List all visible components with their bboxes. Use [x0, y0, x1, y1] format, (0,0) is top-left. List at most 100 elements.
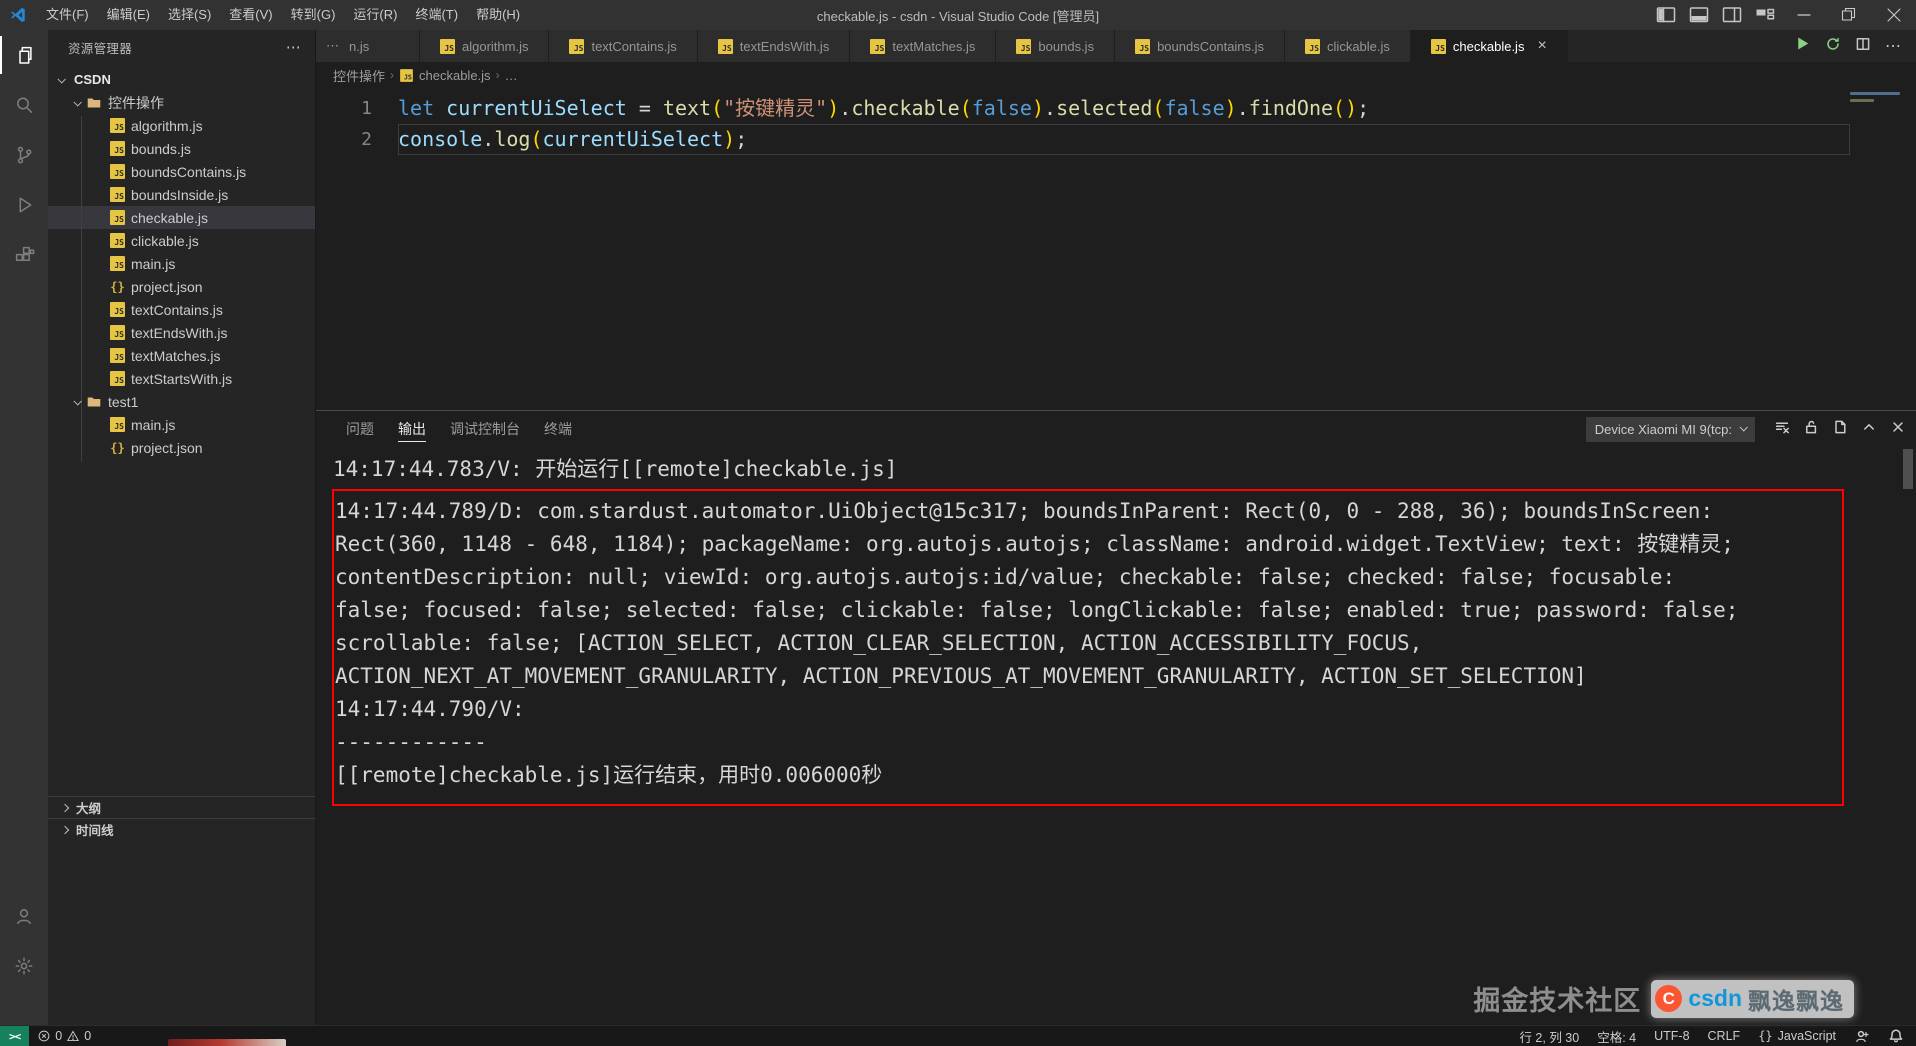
breadcrumb-item[interactable]: checkable.js — [419, 68, 491, 83]
status-bell-button[interactable] — [1888, 1028, 1904, 1044]
tree-item-boundsContains.js[interactable]: JS boundsContains.js — [48, 160, 315, 183]
output-line: false; focused: false; selected: false; … — [335, 598, 1739, 622]
layout-sidebar-right-button[interactable] — [1715, 0, 1748, 30]
panel-action-unlock[interactable] — [1803, 419, 1819, 440]
menu-item[interactable]: 终端(T) — [406, 0, 467, 30]
tab-label: textEndsWith.js — [739, 38, 830, 54]
restore-button[interactable] — [1826, 0, 1871, 30]
menu-item[interactable]: 帮助(H) — [467, 0, 529, 30]
layout-panel-button[interactable] — [1682, 0, 1715, 30]
sidebar-more-actions-icon[interactable]: ⋯ — [286, 38, 301, 56]
activitybar-account[interactable] — [0, 891, 48, 941]
tab-textContains.js[interactable]: JS textContains.js — [549, 30, 698, 62]
breadcrumb-item[interactable]: 控件操作 — [333, 66, 385, 85]
tab-n.js[interactable]: ⋯ n.js — [316, 30, 420, 62]
minimize-button[interactable] — [1781, 0, 1826, 30]
tree-item-test1[interactable]: test1 — [48, 390, 315, 413]
menu-item[interactable]: 选择(S) — [159, 0, 220, 30]
chevron-right-icon — [60, 825, 70, 834]
tree-item-bounds.js[interactable]: JS bounds.js — [48, 137, 315, 160]
sidebar-section-时间线[interactable]: 时间线 — [48, 818, 315, 840]
js-file-icon: JS — [110, 210, 125, 225]
menu-item[interactable]: 文件(F) — [37, 0, 98, 30]
panel-action-chevron-up[interactable] — [1861, 419, 1877, 440]
warning-icon — [66, 1029, 80, 1043]
js-file-icon: JS — [569, 38, 585, 54]
chevron-right-icon — [60, 803, 70, 812]
panel-tab-调试控制台[interactable]: 调试控制台 — [438, 411, 532, 447]
tree-item-textMatches.js[interactable]: JS textMatches.js — [48, 344, 315, 367]
panel-action-open-editor[interactable] — [1832, 419, 1848, 440]
tree-item-CSDN[interactable]: CSDN — [48, 68, 315, 91]
remote-indicator[interactable]: >< — [0, 1026, 30, 1046]
code-token: = — [626, 96, 663, 120]
panel-tab-问题[interactable]: 问题 — [334, 411, 386, 447]
close-icon[interactable]: × — [1537, 38, 1546, 54]
panel-tab-终端[interactable]: 终端 — [532, 411, 584, 447]
layout-sidebar-button[interactable] — [1649, 0, 1682, 30]
status-UTF-8[interactable]: UTF-8 — [1654, 1029, 1689, 1043]
tab-clickable.js[interactable]: JS clickable.js — [1285, 30, 1411, 62]
problems-status[interactable]: 0 0 — [29, 1029, 99, 1043]
layout-customize-button[interactable] — [1748, 0, 1781, 30]
tab-textMatches.js[interactable]: JS textMatches.js — [850, 30, 997, 62]
tree-item-project.json[interactable]: {} project.json — [48, 436, 315, 459]
tree-item-label: clickable.js — [131, 232, 199, 249]
code-editor[interactable]: 1 let currentUiSelect = text("按键精灵").chec… — [316, 88, 1916, 410]
panel-action-close[interactable] — [1890, 419, 1906, 440]
minimap[interactable] — [1850, 92, 1906, 118]
tree-item-project.json[interactable]: {} project.json — [48, 275, 315, 298]
watermark-username: 飘逸飘逸 — [1748, 987, 1844, 1014]
tree-item-main.js[interactable]: JS main.js — [48, 252, 315, 275]
file-tree: CSDN 控件操作 JS algorithm.js JS bounds.js JS bound… — [48, 64, 315, 462]
editor-action-split-editor[interactable] — [1855, 36, 1871, 57]
tab-checkable.js[interactable]: JS checkable.js × — [1410, 30, 1568, 62]
tree-item-algorithm.js[interactable]: JS algorithm.js — [48, 114, 315, 137]
panel-action-clear-output[interactable] — [1774, 419, 1790, 440]
activitybar-settings[interactable] — [0, 941, 48, 991]
tab-bounds.js[interactable]: JS bounds.js — [996, 30, 1116, 62]
tree-item-boundsInside.js[interactable]: JS boundsInside.js — [48, 183, 315, 206]
tab-label: algorithm.js — [462, 38, 529, 54]
output-console[interactable]: 14:17:44.783/V: 开始运行[[remote]checkable.j… — [316, 447, 1916, 1025]
tab-textEndsWith.js[interactable]: JS textEndsWith.js — [697, 30, 851, 62]
menu-item[interactable]: 转到(G) — [282, 0, 345, 30]
tree-item-label: checkable.js — [131, 209, 209, 226]
activitybar-source-control[interactable] — [0, 130, 48, 180]
tree-item-控件操作[interactable]: 控件操作 — [48, 91, 315, 114]
feedback-icon — [1854, 1028, 1870, 1044]
menu-item[interactable]: 编辑(E) — [98, 0, 159, 30]
editor-action-restart[interactable] — [1825, 36, 1841, 57]
close-window-button[interactable] — [1871, 0, 1916, 30]
status-CRLF[interactable]: CRLF — [1708, 1029, 1741, 1043]
tab-algorithm.js[interactable]: JS algorithm.js — [420, 30, 550, 62]
tree-item-main.js[interactable]: JS main.js — [48, 413, 315, 436]
activitybar-explorer[interactable] — [0, 30, 48, 80]
status-JavaScript[interactable]: {} JavaScript — [1758, 1029, 1836, 1043]
activitybar-search[interactable] — [0, 80, 48, 130]
tree-item-checkable.js[interactable]: JS checkable.js — [48, 206, 315, 229]
status-feedback-button[interactable] — [1854, 1028, 1870, 1044]
activitybar-run-debug[interactable] — [0, 180, 48, 230]
sidebar-section-大纲[interactable]: 大纲 — [48, 796, 315, 818]
output-channel-dropdown[interactable]: Device Xiaomi MI 9(tcp: — [1585, 416, 1755, 442]
panel-tab-输出[interactable]: 输出 — [386, 411, 438, 447]
panel-scrollbar[interactable] — [1903, 449, 1913, 489]
tree-item-label: boundsContains.js — [131, 163, 247, 180]
tree-item-clickable.js[interactable]: JS clickable.js — [48, 229, 315, 252]
status-空格: 4[interactable]: 空格: 4 — [1597, 1027, 1636, 1046]
menu-item[interactable]: 查看(V) — [220, 0, 281, 30]
tree-item-textEndsWith.js[interactable]: JS textEndsWith.js — [48, 321, 315, 344]
breadcrumb-item[interactable]: … — [505, 68, 518, 83]
editor-action-run[interactable] — [1794, 35, 1811, 57]
activitybar-extensions[interactable] — [0, 230, 48, 280]
tree-item-textStartsWith.js[interactable]: JS textStartsWith.js — [48, 367, 315, 390]
code-token: . — [482, 127, 495, 151]
tab-boundsContains.js[interactable]: JS boundsContains.js — [1115, 30, 1286, 62]
tree-item-textContains.js[interactable]: JS textContains.js — [48, 298, 315, 321]
status-行 2, 列 30[interactable]: 行 2, 列 30 — [1519, 1027, 1579, 1046]
menu-item[interactable]: 运行(R) — [344, 0, 406, 30]
section-label: 大纲 — [76, 802, 102, 816]
code-token: selected — [1056, 96, 1153, 120]
editor-action-more[interactable]: ⋯ — [1885, 36, 1902, 56]
